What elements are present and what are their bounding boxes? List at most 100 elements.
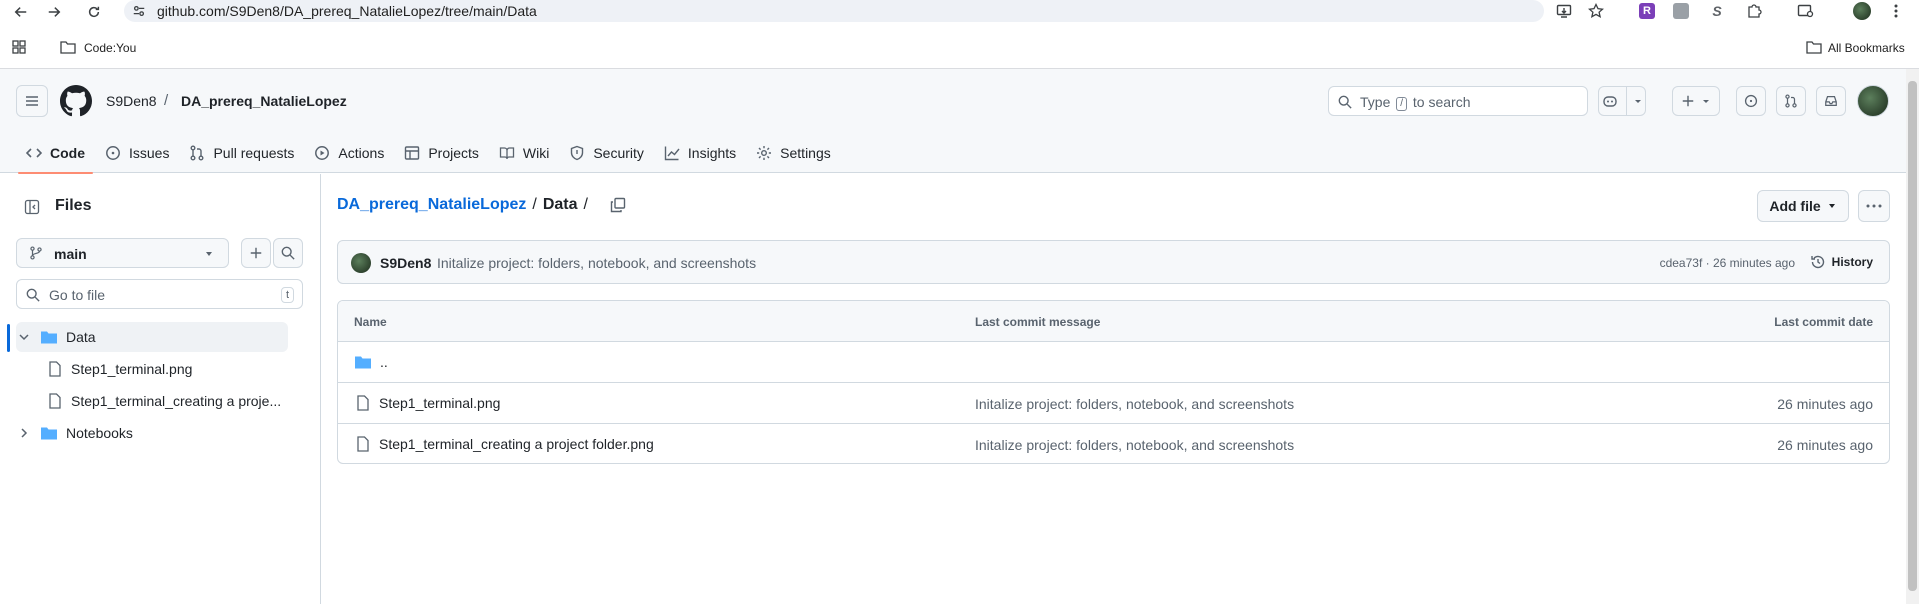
sidebar-collapse-icon — [24, 199, 40, 215]
bookmark-star-icon[interactable] — [1587, 2, 1605, 20]
extension-r-icon[interactable]: R — [1638, 2, 1656, 20]
table-row[interactable]: Step1_terminal.png Initalize project: fo… — [338, 383, 1889, 424]
browser-toolbar: github.com/S9Den8/DA_prereq_NatalieLopez… — [0, 0, 1919, 24]
plus-icon — [250, 247, 262, 259]
add-file-tree-button[interactable] — [241, 238, 271, 268]
github-header: S9Den8 / DA_prereq_NatalieLopez Type / t… — [0, 69, 1906, 174]
create-new-button[interactable] — [1672, 86, 1720, 116]
header-name: Name — [354, 315, 387, 329]
search-input[interactable]: Type / to search — [1328, 86, 1588, 116]
kebab-horizontal-icon — [1866, 204, 1882, 208]
folder-icon — [60, 40, 76, 54]
plus-icon — [1682, 95, 1694, 107]
search-files-button[interactable] — [273, 238, 303, 268]
triangle-down-icon — [1828, 204, 1835, 208]
tab-wiki[interactable]: Wiki — [489, 133, 559, 173]
more-options-button[interactable] — [1858, 190, 1890, 222]
tab-actions[interactable]: Actions — [304, 133, 394, 173]
file-commit-date: 26 minutes ago — [1777, 396, 1873, 412]
reading-list-icon[interactable] — [1797, 2, 1815, 20]
commit-message[interactable]: Initalize project: folders, notebook, an… — [437, 255, 756, 271]
file-name-link[interactable]: Step1_terminal.png — [379, 395, 500, 411]
breadcrumb-repo-link[interactable]: DA_prereq_NatalieLopez — [337, 196, 526, 214]
go-to-file-input[interactable]: Go to file t — [16, 279, 303, 309]
scrollbar-thumb[interactable] — [1908, 81, 1917, 591]
url-text[interactable]: github.com/S9Den8/DA_prereq_NatalieLopez… — [157, 3, 537, 19]
tree-item-notebooks[interactable]: Notebooks — [16, 418, 288, 448]
back-icon[interactable] — [12, 3, 30, 21]
tab-projects[interactable]: Projects — [394, 133, 489, 173]
history-link[interactable]: History — [1810, 254, 1873, 270]
table-row[interactable]: Step1_terminal_creating a project folder… — [338, 424, 1889, 463]
latest-commit-bar: S9Den8 Initalize project: folders, noteb… — [337, 240, 1890, 284]
tab-pull-requests[interactable]: Pull requests — [179, 133, 304, 173]
file-name-link[interactable]: Step1_terminal_creating a project folder… — [379, 436, 654, 452]
menu-button[interactable] — [16, 85, 48, 117]
tree-item-file[interactable]: Step1_terminal_creating a proje... — [16, 386, 288, 416]
go-to-file-placeholder: Go to file — [49, 287, 106, 303]
tab-security[interactable]: Security — [559, 133, 654, 173]
tab-settings[interactable]: Settings — [746, 133, 841, 173]
extensions-puzzle-icon[interactable] — [1745, 2, 1763, 20]
code-icon — [26, 148, 42, 158]
all-bookmarks[interactable]: All Bookmarks — [1828, 41, 1905, 55]
issue-icon — [106, 146, 120, 160]
breadcrumb-current: Data — [542, 196, 578, 213]
commit-author-avatar[interactable] — [351, 253, 371, 273]
copy-path-icon[interactable] — [610, 197, 626, 213]
shortcut-key: t — [280, 287, 294, 303]
reload-icon[interactable] — [85, 3, 103, 21]
file-icon — [49, 361, 61, 377]
forward-icon[interactable] — [45, 3, 63, 21]
branch-name: main — [54, 246, 87, 262]
all-bookmarks-folder-icon — [1806, 40, 1822, 54]
file-commit-message[interactable]: Initalize project: folders, notebook, an… — [975, 396, 1294, 412]
commit-author[interactable]: S9Den8 — [380, 255, 431, 271]
search-icon — [281, 246, 295, 260]
pull-requests-button[interactable] — [1776, 86, 1806, 116]
chevron-down-icon — [1703, 100, 1709, 103]
table-icon — [405, 146, 420, 160]
extension-icon[interactable] — [1672, 2, 1690, 20]
repo-tabs: Code Issues Pull requests Actions Projec… — [16, 133, 841, 174]
file-commit-message[interactable]: Initalize project: folders, notebook, an… — [975, 437, 1294, 453]
collapse-sidebar-button[interactable] — [16, 191, 48, 223]
bookmarks-bar: Code:You All Bookmarks — [0, 34, 1919, 62]
extension-s-icon[interactable]: S — [1708, 2, 1726, 20]
apps-grid-icon[interactable] — [12, 40, 26, 54]
browser-menu-icon[interactable] — [1887, 2, 1905, 20]
site-info-icon[interactable] — [132, 4, 146, 18]
pull-request-icon — [1785, 94, 1797, 108]
history-icon — [1810, 255, 1824, 269]
tab-insights[interactable]: Insights — [654, 133, 746, 173]
hamburger-icon — [26, 96, 38, 106]
git-branch-icon — [29, 246, 43, 260]
repo-owner-link[interactable]: S9Den8 — [106, 93, 157, 109]
tree-item-file[interactable]: Step1_terminal.png — [16, 354, 288, 384]
branch-selector[interactable]: main — [16, 238, 229, 268]
tab-code[interactable]: Code — [16, 133, 95, 174]
page-scrollbar[interactable] — [1906, 69, 1919, 604]
bookmark-folder[interactable]: Code:You — [84, 41, 136, 55]
tree-item-data[interactable]: Data — [16, 322, 288, 352]
file-table: Name Last commit message Last commit dat… — [337, 300, 1890, 464]
github-logo-icon[interactable] — [60, 85, 92, 117]
commit-meta[interactable]: cdea73f · 26 minutes ago — [1660, 256, 1795, 270]
user-avatar[interactable] — [1857, 85, 1889, 117]
file-icon — [357, 395, 369, 411]
copilot-button[interactable] — [1598, 86, 1646, 116]
tab-issues[interactable]: Issues — [95, 133, 179, 173]
triangle-down-icon — [204, 249, 214, 259]
profile-avatar[interactable] — [1853, 2, 1871, 20]
breadcrumb: DA_prereq_NatalieLopez / Data / — [337, 196, 626, 214]
owner-repo-separator: / — [164, 92, 169, 109]
issues-button[interactable] — [1736, 86, 1766, 116]
add-file-button[interactable]: Add file — [1757, 190, 1849, 222]
inbox-button[interactable] — [1816, 86, 1846, 116]
parent-directory-row[interactable]: .. — [338, 342, 1889, 383]
chevron-right-icon — [21, 428, 28, 438]
parent-directory-link[interactable]: .. — [380, 354, 388, 370]
repo-name-link[interactable]: DA_prereq_NatalieLopez — [181, 93, 347, 109]
install-app-icon[interactable] — [1555, 2, 1573, 20]
copilot-icon — [1602, 96, 1617, 107]
